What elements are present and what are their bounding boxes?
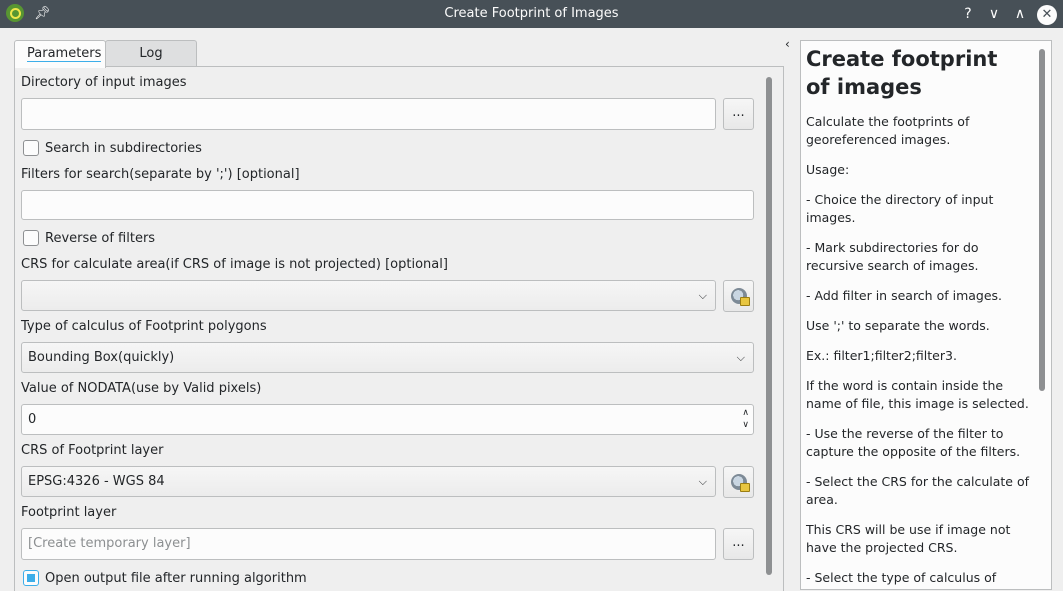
crs-area-combo[interactable]: ⌵ — [21, 280, 716, 311]
filters-label: Filters for search(separate by ';') [opt… — [21, 167, 300, 182]
subdirs-label: Search in subdirectories — [45, 141, 202, 156]
calc-type-combo-value: Bounding Box(quickly) — [28, 350, 175, 365]
help-scrollbar[interactable] — [1039, 49, 1045, 391]
calc-type-label: Type of calculus of Footprint polygons — [21, 319, 267, 334]
help-title: Create footprint of images — [806, 47, 998, 99]
filters-field[interactable] — [21, 190, 754, 220]
footprint-layer-label: Footprint layer — [21, 505, 117, 520]
help-paragraph: Usage: — [806, 162, 850, 177]
title-bar: 📌︎ Create Footprint of Images ? ∨ ∧ ✕ — [0, 0, 1063, 28]
calc-type-combo[interactable]: Bounding Box(quickly) ⌵ — [21, 342, 754, 373]
tab-bar: Parameters Log — [14, 40, 197, 68]
crs-area-select-button[interactable] — [723, 280, 754, 312]
crs-footprint-combo[interactable]: EPSG:4326 - WGS 84 ⌵ — [21, 466, 716, 497]
minimize-button[interactable]: ∨ — [985, 3, 1003, 25]
chevron-left-icon[interactable]: ‹ — [785, 37, 790, 51]
tab-parameters[interactable]: Parameters — [14, 40, 106, 68]
help-paragraph: Calculate the footprints of georeference… — [806, 114, 970, 147]
nodata-spinbox[interactable]: 0 ∧ ∨ — [21, 404, 754, 435]
crs-globe-icon — [730, 288, 750, 306]
crs-area-label: CRS for calculate area(if CRS of image i… — [21, 257, 448, 272]
crs-footprint-select-button[interactable] — [723, 466, 754, 498]
help-paragraph: - Mark subdirectories for do recursive s… — [806, 240, 979, 273]
nodata-label: Value of NODATA(use by Valid pixels) — [21, 381, 262, 396]
help-paragraph: If the word is contain inside the name o… — [806, 378, 1029, 411]
tab-log[interactable]: Log — [105, 40, 197, 67]
input-dir-label: Directory of input images — [21, 75, 187, 90]
parameters-panel: Directory of input images ... Search in … — [14, 66, 784, 591]
crs-footprint-label: CRS of Footprint layer — [21, 443, 164, 458]
parameters-scrollbar[interactable] — [766, 77, 772, 575]
help-paragraph: - Choice the directory of input images. — [806, 192, 994, 225]
help-panel: Create footprint of images Calculate the… — [800, 40, 1052, 590]
help-paragraph: Ex.: filter1;filter2;filter3. — [806, 348, 957, 363]
chevron-down-icon: ⌵ — [698, 475, 707, 488]
reverse-filters-label: Reverse of filters — [45, 231, 156, 246]
spin-arrows-icon[interactable]: ∧ ∨ — [742, 407, 749, 431]
footprint-layer-browse-button[interactable]: ... — [723, 528, 754, 560]
help-paragraph: Use ';' to separate the words. — [806, 318, 990, 333]
maximize-button[interactable]: ∧ — [1011, 3, 1029, 25]
crs-footprint-combo-value: EPSG:4326 - WGS 84 — [28, 474, 165, 489]
help-paragraph: This CRS will be use if image not have t… — [806, 522, 1011, 555]
nodata-value: 0 — [28, 412, 37, 427]
window-title: Create Footprint of Images — [444, 6, 619, 21]
window-controls: ? ∨ ∧ ✕ — [959, 3, 1057, 25]
help-paragraph: - Use the reverse of the filter to captu… — [806, 426, 1021, 459]
chevron-down-icon: ⌵ — [736, 351, 745, 364]
chevron-down-icon: ⌵ — [698, 289, 707, 302]
open-output-label: Open output file after running algorithm — [45, 571, 307, 586]
help-paragraph: - Select the type of calculus of — [806, 570, 997, 585]
open-output-checkbox[interactable] — [23, 570, 39, 586]
tab-log-label: Log — [139, 46, 163, 61]
crs-globe-icon — [730, 474, 750, 492]
reverse-filters-checkbox[interactable] — [23, 230, 39, 246]
footprint-layer-field[interactable]: [Create temporary layer] — [21, 528, 716, 560]
close-button[interactable]: ✕ — [1037, 4, 1057, 25]
input-dir-field[interactable] — [21, 98, 716, 130]
subdirs-checkbox[interactable] — [23, 140, 39, 156]
tab-parameters-label: Parameters — [27, 46, 102, 62]
help-paragraph: - Add filter in search of images. — [806, 288, 1003, 303]
help-button[interactable]: ? — [959, 3, 977, 25]
input-dir-browse-button[interactable]: ... — [723, 98, 754, 130]
help-paragraph: - Select the CRS for the calculate of ar… — [806, 474, 1030, 507]
